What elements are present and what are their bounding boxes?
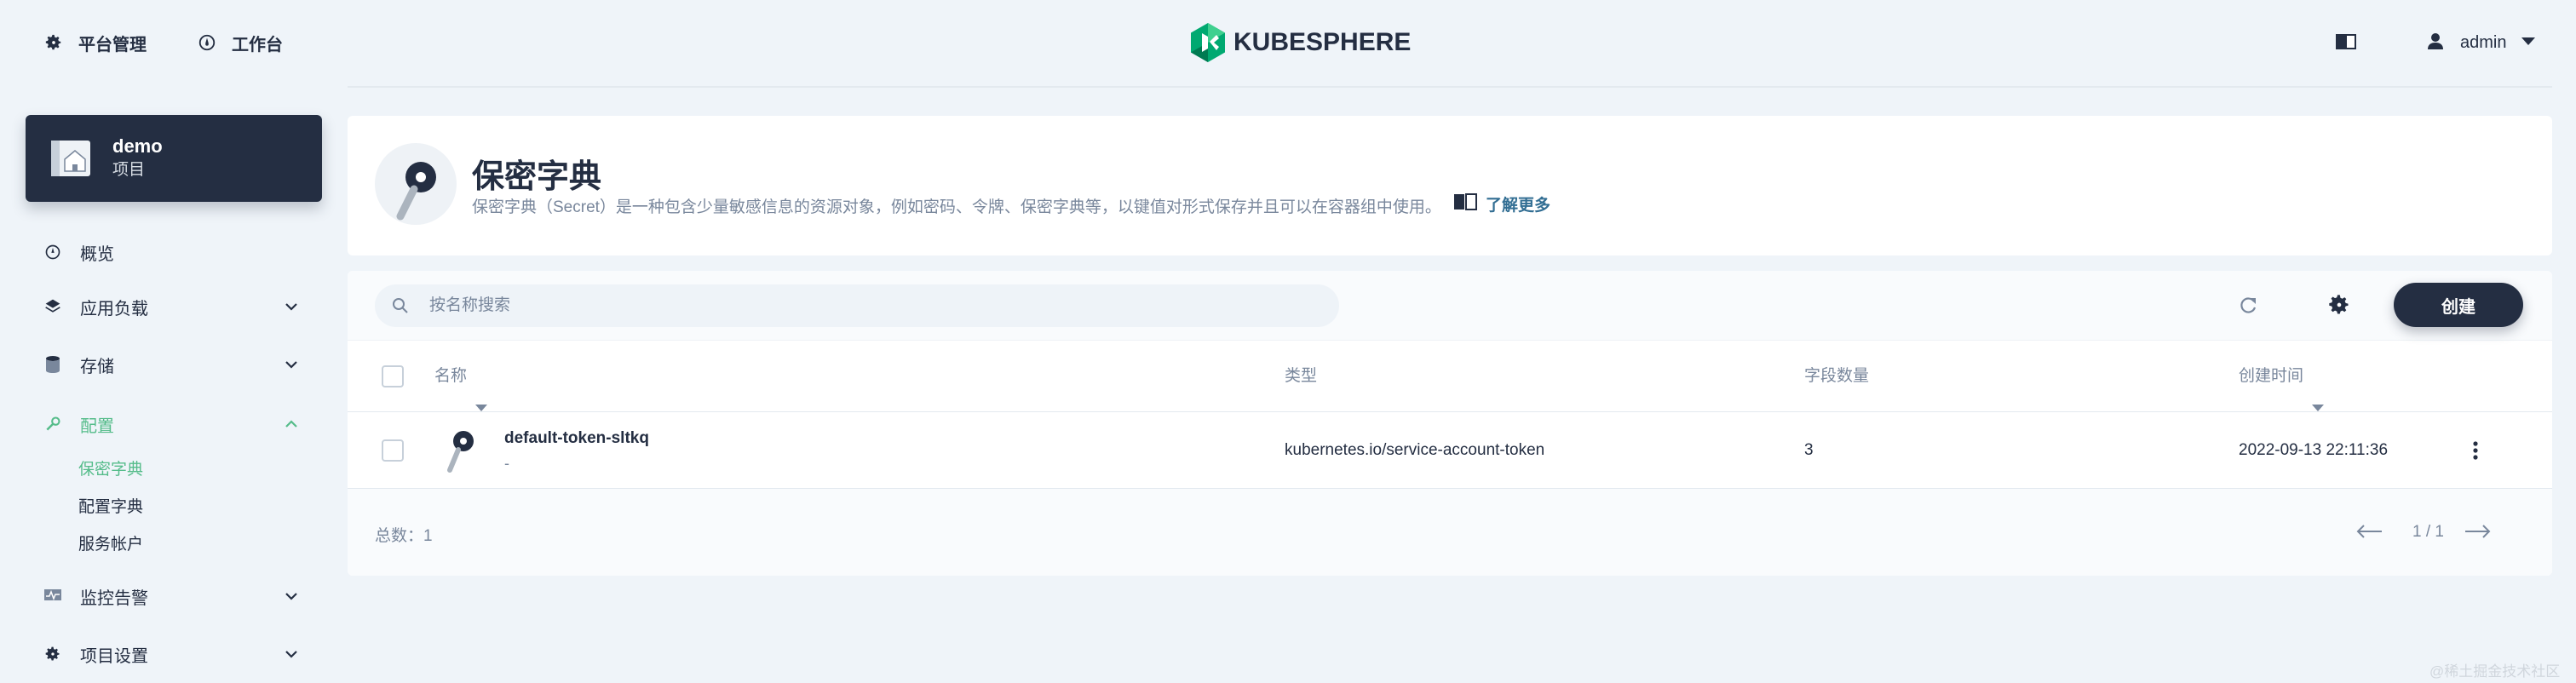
secret-created-time: 2022-09-13 22:11:36 <box>2239 441 2389 459</box>
secrets-table-card: 创建 名称 类型 字段数量 创建时间 default-token-sltkq -… <box>348 271 2552 576</box>
page-title: 保密字典 <box>472 159 602 195</box>
learn-more-link[interactable]: 了解更多 <box>1453 192 1550 215</box>
chevron-up-icon <box>283 416 300 433</box>
sidebar-item-label: 概览 <box>80 244 114 264</box>
compass-icon <box>43 242 63 262</box>
brand-name: KUBESPHERE <box>1233 28 1412 56</box>
search-input[interactable] <box>429 284 1315 327</box>
column-header-label: 字段数量 <box>1804 367 1870 385</box>
sidebar-item-config[interactable]: 配置 <box>43 407 307 441</box>
chevron-down-icon <box>283 298 300 315</box>
book-icon <box>1453 192 1477 215</box>
page-indicator: 1 / 1 <box>2412 523 2444 541</box>
search-icon <box>392 297 409 314</box>
compass-icon <box>196 32 218 54</box>
sidebar-item-storage[interactable]: 存储 <box>43 347 307 382</box>
monitor-icon <box>43 586 63 606</box>
top-nav: 平台管理 工作台 <box>43 31 332 55</box>
column-header-name[interactable]: 名称 <box>434 341 488 412</box>
table-header: 名称 类型 字段数量 创建时间 <box>348 341 2552 412</box>
table-toolbar: 创建 <box>348 271 2552 341</box>
project-name: demo <box>112 135 163 157</box>
sidebar-item-monitoring[interactable]: 监控告警 <box>43 579 307 613</box>
column-header-label: 名称 <box>434 367 468 385</box>
nav-platform-management[interactable]: 平台管理 <box>43 31 147 55</box>
total-value: 1 <box>423 527 433 545</box>
layers-icon <box>43 296 63 317</box>
sidebar-item-label: 存储 <box>80 357 114 376</box>
gear-icon <box>43 32 65 54</box>
key-icon <box>443 428 477 479</box>
sidebar-item-label: 项目设置 <box>80 646 148 666</box>
sidebar-item-project-settings[interactable]: 项目设置 <box>43 637 307 671</box>
project-icon <box>49 137 92 180</box>
kubesphere-logo-icon <box>1191 23 1225 62</box>
top-header: 平台管理 工作台 KUBESPHERE admin <box>0 0 2576 85</box>
row-checkbox[interactable] <box>382 439 404 462</box>
chevron-down-icon <box>2521 35 2536 50</box>
sidebar-item-label: 应用负载 <box>80 299 148 319</box>
total-label: 总数： <box>375 527 424 545</box>
table-footer: 总数：1 1 / 1 <box>348 489 2552 576</box>
chevron-down-icon <box>283 588 300 605</box>
learn-more-label: 了解更多 <box>1486 197 1551 215</box>
nav-workbench[interactable]: 工作台 <box>196 31 283 55</box>
chevron-down-icon <box>283 356 300 373</box>
refresh-icon[interactable] <box>2237 295 2259 317</box>
nav-workbench-label: 工作台 <box>232 35 283 55</box>
secret-field-count: 3 <box>1804 441 1814 459</box>
total-count: 总数：1 <box>375 523 433 546</box>
table-row[interactable]: default-token-sltkq - kubernetes.io/serv… <box>348 412 2552 489</box>
database-icon <box>43 354 63 375</box>
create-button[interactable]: 创建 <box>2394 283 2523 327</box>
project-type: 项目 <box>112 161 146 179</box>
wrench-icon <box>43 414 63 434</box>
sidebar-subitem-secrets[interactable]: 保密字典 <box>78 457 143 483</box>
page-description: 保密字典（Secret）是一种包含少量敏感信息的资源对象，例如密码、令牌、保密字… <box>472 198 1441 216</box>
more-actions-icon[interactable] <box>2465 438 2486 463</box>
sidebar-subitem-service-accounts[interactable]: 服务帐户 <box>78 532 143 558</box>
secret-name-link[interactable]: default-token-sltkq <box>504 429 649 448</box>
page-banner: 保密字典 保密字典（Secret）是一种包含少量敏感信息的资源对象，例如密码、令… <box>348 116 2552 255</box>
column-header-type: 类型 <box>1285 341 1317 412</box>
column-header-label: 创建时间 <box>2239 367 2304 385</box>
sidebar-item-label: 配置 <box>80 416 114 436</box>
column-header-created[interactable]: 创建时间 <box>2239 341 2325 412</box>
watermark: @稀土掘金技术社区 <box>2429 663 2561 680</box>
nav-platform-label: 平台管理 <box>78 35 147 55</box>
sidebar-item-overview[interactable]: 概览 <box>43 235 307 269</box>
sidebar-item-workloads[interactable]: 应用负载 <box>43 290 307 324</box>
sidebar-subitem-configmaps[interactable]: 配置字典 <box>78 495 143 520</box>
sort-caret-icon <box>475 372 488 411</box>
arrow-left-icon[interactable] <box>2355 521 2383 542</box>
project-selector[interactable]: demo 项目 <box>26 115 322 202</box>
key-icon <box>375 143 457 225</box>
header-divider <box>348 86 2552 88</box>
tool-panel-icon[interactable] <box>2336 32 2358 51</box>
secret-description: - <box>504 455 509 472</box>
sort-caret-icon <box>2312 372 2325 411</box>
column-header-label: 类型 <box>1285 367 1318 385</box>
secret-type: kubernetes.io/service-account-token <box>1285 441 1545 459</box>
chevron-down-icon <box>283 646 300 663</box>
kubesphere-logo[interactable]: KUBESPHERE <box>1191 23 1411 62</box>
select-all-checkbox[interactable] <box>382 365 404 387</box>
column-header-fields: 字段数量 <box>1804 341 1869 412</box>
sidebar-item-label: 监控告警 <box>80 588 148 608</box>
user-name: admin <box>2460 32 2507 52</box>
gear-icon[interactable] <box>2327 293 2351 317</box>
gear-icon <box>43 644 63 664</box>
user-menu[interactable]: admin <box>2428 26 2536 60</box>
user-icon <box>2428 32 2443 54</box>
arrow-right-icon[interactable] <box>2464 521 2493 542</box>
